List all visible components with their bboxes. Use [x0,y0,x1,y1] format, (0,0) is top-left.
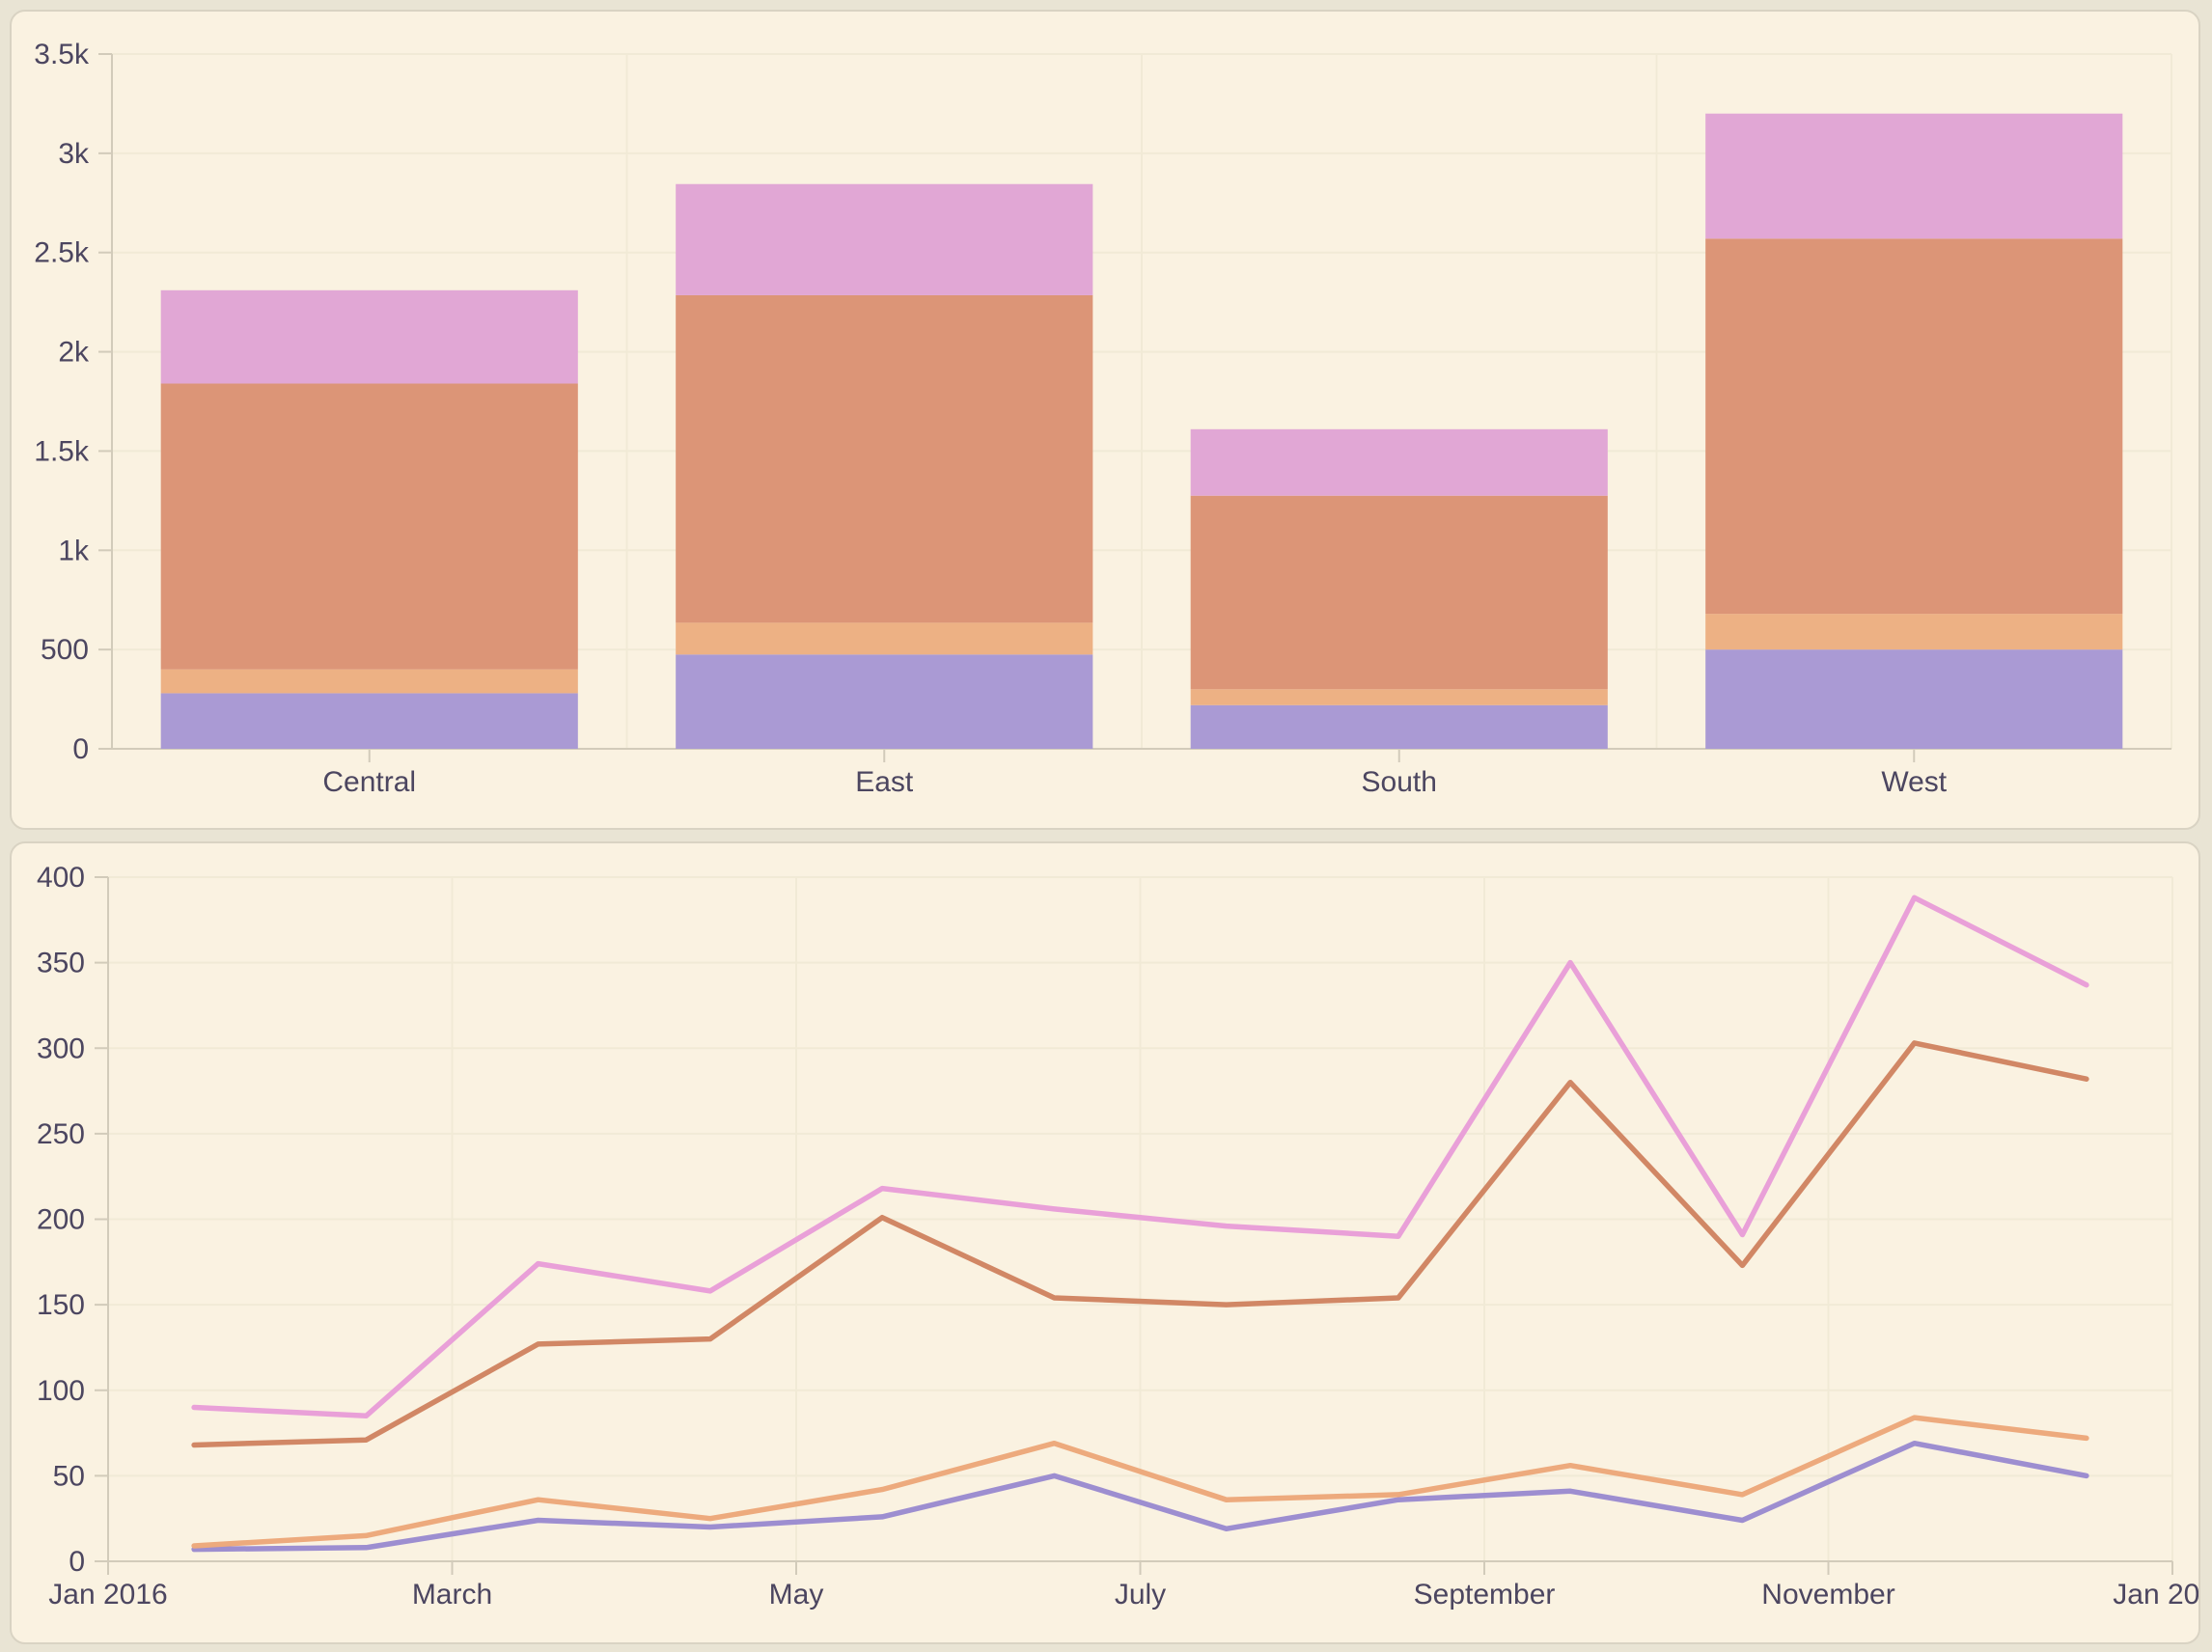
stacked-bar-chart[interactable]: 0 500 1k 1.5k 2k 2.5k 3k 3.5k Central East South We… [12,12,2198,828]
x-axis-category-label: East [855,766,914,798]
y-axis-label: 350 [37,948,85,979]
bar-segment-salmon-west[interactable] [1705,238,2122,614]
stacked-bar-chart-card: 0 500 1k 1.5k 2k 2.5k 3k 3.5k Central East South We… [10,10,2200,830]
bar-segment-purple-central[interactable] [161,693,578,749]
y-axis-label: 3k [58,138,90,170]
y-axis-label: 1.5k [34,435,90,467]
x-axis-category-label: South [1362,766,1437,798]
x-axis-month-label: July [1115,1579,1166,1611]
bar-segment-purple-south[interactable] [1191,705,1608,749]
bar-segment-purple-west[interactable] [1705,649,2122,749]
x-axis-month-label: September [1414,1579,1556,1611]
bar-segment-plum-west[interactable] [1705,114,2122,239]
y-axis-label: 100 [37,1375,85,1407]
y-axis-label: 50 [53,1460,85,1492]
bar-segment-plum-east[interactable] [676,184,1092,295]
bar-segment-sandy-west[interactable] [1705,614,2122,649]
y-axis-label: 1k [58,535,90,566]
y-axis-label: 3.5k [34,39,90,70]
x-axis-month-label: Jan 2017 [2113,1579,2198,1611]
x-axis-month-label: November [1761,1579,1894,1611]
bar-segment-salmon-east[interactable] [676,295,1092,622]
x-axis-month-label: March [412,1579,492,1611]
x-axis-category-label: West [1881,766,1947,798]
bar-segment-salmon-central[interactable] [161,383,578,669]
x-axis-month-label: Jan 2016 [48,1579,167,1611]
bar-segment-salmon-south[interactable] [1191,496,1608,690]
bar-segment-sandy-south[interactable] [1191,689,1608,704]
y-axis-label: 2k [58,337,90,369]
line-chart[interactable]: 0 50 100 150 200 250 300 350 400 Jan 2016 March May… [12,843,2198,1642]
y-axis-label: 250 [37,1118,85,1150]
y-axis-label: 200 [37,1204,85,1236]
y-axis-label: 150 [37,1289,85,1321]
bar-segment-plum-south[interactable] [1191,429,1608,496]
y-axis-label: 0 [69,1546,85,1578]
x-axis-category-label: Central [322,766,416,798]
y-axis-label: 300 [37,1032,85,1064]
bar-segment-plum-central[interactable] [161,290,578,384]
y-axis-label: 400 [37,862,85,894]
y-axis-label: 500 [41,634,89,666]
y-axis-label: 0 [72,733,89,765]
bar-segment-sandy-east[interactable] [676,622,1092,654]
line-chart-card: 0 50 100 150 200 250 300 350 400 Jan 2016 March May… [10,841,2200,1644]
bar-segment-sandy-central[interactable] [161,670,578,694]
y-axis-label: 2.5k [34,237,90,269]
bar-segment-purple-east[interactable] [676,654,1092,749]
x-axis-month-label: May [769,1579,824,1611]
